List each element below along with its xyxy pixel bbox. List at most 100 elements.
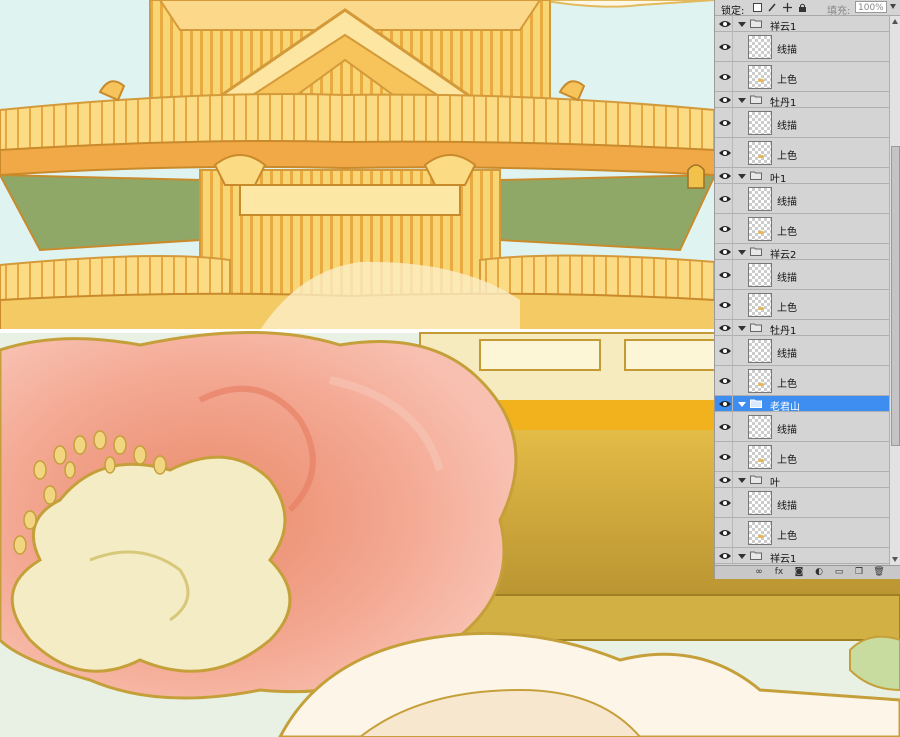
layer-thumbnail[interactable] <box>748 415 772 439</box>
mask-icon[interactable]: ◙ <box>793 567 805 578</box>
visibility-toggle[interactable] <box>715 138 733 167</box>
layer-thumbnail[interactable] <box>748 65 772 89</box>
layer-row[interactable]: 线描 <box>715 412 889 442</box>
eye-icon[interactable] <box>718 323 732 333</box>
layer-group-row[interactable]: 祥云1 <box>715 16 889 33</box>
eye-icon[interactable] <box>718 247 732 257</box>
layer-thumbnail[interactable] <box>748 369 772 393</box>
layer-thumbnail[interactable] <box>748 111 772 135</box>
visibility-toggle[interactable] <box>715 336 733 365</box>
layer-group-row[interactable]: 叶 <box>715 472 889 489</box>
adjustment-icon[interactable]: ◐ <box>813 567 825 578</box>
eye-icon[interactable] <box>718 42 732 52</box>
layer-row[interactable]: 上色 <box>715 290 889 320</box>
layer-group-row[interactable]: 牡丹1 <box>715 92 889 109</box>
visibility-toggle[interactable] <box>715 488 733 517</box>
eye-icon[interactable] <box>718 224 732 234</box>
lock-move-icon[interactable] <box>783 3 792 12</box>
layer-group-row[interactable]: 祥云2 <box>715 244 889 261</box>
visibility-toggle[interactable] <box>715 442 733 471</box>
layer-list[interactable]: 祥云1 线描 上色 牡丹1 线描 上色 叶1 线描 上色 祥云2 线描 上色 牡丹1 线描 上色 老君山 线描上… <box>715 16 889 565</box>
lock-transparent-icon[interactable] <box>753 3 762 12</box>
eye-icon[interactable] <box>718 346 732 356</box>
layer-thumbnail[interactable] <box>748 491 772 515</box>
visibility-toggle[interactable] <box>715 290 733 319</box>
eye-icon[interactable] <box>718 19 732 29</box>
expand-triangle-icon[interactable] <box>738 22 746 27</box>
eye-icon[interactable] <box>718 148 732 158</box>
layers-panel[interactable]: 锁定: 填充: 100% 祥云1 线描 上色 牡丹1 线描 上色 叶1 线描 上色 祥云2 线描 上色… <box>714 0 900 579</box>
eye-icon[interactable] <box>718 118 732 128</box>
eye-icon[interactable] <box>718 528 732 538</box>
layer-thumbnail[interactable] <box>748 339 772 363</box>
layer-group-row[interactable]: 祥云1 <box>715 548 889 565</box>
visibility-toggle[interactable] <box>715 62 733 91</box>
visibility-toggle[interactable] <box>715 16 733 31</box>
layer-row[interactable]: 上色 <box>715 138 889 168</box>
visibility-toggle[interactable] <box>715 108 733 137</box>
eye-icon[interactable] <box>718 422 732 432</box>
layer-thumbnail[interactable] <box>748 35 772 59</box>
eye-icon[interactable] <box>718 475 732 485</box>
eye-icon[interactable] <box>718 498 732 508</box>
layer-thumbnail[interactable] <box>748 187 772 211</box>
layer-group-row[interactable]: 叶1 <box>715 168 889 185</box>
visibility-toggle[interactable] <box>715 320 733 335</box>
visibility-toggle[interactable] <box>715 412 733 441</box>
layer-thumbnail[interactable] <box>748 141 772 165</box>
visibility-toggle[interactable] <box>715 168 733 183</box>
layer-row[interactable]: 线描 <box>715 488 889 518</box>
expand-triangle-icon[interactable] <box>738 554 746 559</box>
expand-triangle-icon[interactable] <box>738 98 746 103</box>
layer-row[interactable]: 线描 <box>715 32 889 62</box>
fill-dropdown-icon[interactable] <box>890 4 896 9</box>
visibility-toggle[interactable] <box>715 260 733 289</box>
visibility-toggle[interactable] <box>715 244 733 259</box>
layer-row[interactable]: 上色 <box>715 366 889 396</box>
trash-icon[interactable]: 🗑 <box>873 567 885 578</box>
layer-row[interactable]: 线描 <box>715 336 889 366</box>
layer-row[interactable]: 线描 <box>715 184 889 214</box>
visibility-toggle[interactable] <box>715 214 733 243</box>
visibility-toggle[interactable] <box>715 518 733 547</box>
layer-row[interactable]: 上色 <box>715 442 889 472</box>
eye-icon[interactable] <box>718 300 732 310</box>
new-layer-icon[interactable]: ❐ <box>853 567 865 578</box>
eye-icon[interactable] <box>718 194 732 204</box>
layer-thumbnail[interactable] <box>748 445 772 469</box>
fx-icon[interactable]: fx <box>773 567 785 578</box>
fill-input[interactable]: 100% <box>855 1 887 13</box>
eye-icon[interactable] <box>718 452 732 462</box>
visibility-toggle[interactable] <box>715 472 733 487</box>
visibility-toggle[interactable] <box>715 396 733 411</box>
layer-row[interactable]: 上色 <box>715 214 889 244</box>
visibility-toggle[interactable] <box>715 184 733 213</box>
layer-list-scrollbar[interactable] <box>889 16 900 565</box>
eye-icon[interactable] <box>718 551 732 561</box>
expand-triangle-icon[interactable] <box>738 402 746 407</box>
new-group-icon[interactable]: ▭ <box>833 567 845 578</box>
scroll-down-icon[interactable] <box>892 557 898 562</box>
layer-row[interactable]: 线描 <box>715 260 889 290</box>
layer-row[interactable]: 上色 <box>715 518 889 548</box>
visibility-toggle[interactable] <box>715 92 733 107</box>
expand-triangle-icon[interactable] <box>738 326 746 331</box>
visibility-toggle[interactable] <box>715 366 733 395</box>
layer-thumbnail[interactable] <box>748 521 772 545</box>
canvas-area[interactable]: 锁定: 填充: 100% 祥云1 线描 上色 牡丹1 线描 上色 叶1 线描 上色 祥云2 线描 上色… <box>0 0 900 737</box>
layer-thumbnail[interactable] <box>748 293 772 317</box>
scroll-up-icon[interactable] <box>892 19 898 24</box>
link-layers-icon[interactable]: ∞ <box>753 567 765 578</box>
lock-all-icon[interactable] <box>798 3 807 12</box>
eye-icon[interactable] <box>718 171 732 181</box>
eye-icon[interactable] <box>718 95 732 105</box>
layer-group-row[interactable]: 老君山 <box>715 396 889 413</box>
eye-icon[interactable] <box>718 72 732 82</box>
eye-icon[interactable] <box>718 270 732 280</box>
expand-triangle-icon[interactable] <box>738 174 746 179</box>
expand-triangle-icon[interactable] <box>738 250 746 255</box>
visibility-toggle[interactable] <box>715 32 733 61</box>
scroll-thumb[interactable] <box>891 146 900 446</box>
layer-row[interactable]: 线描 <box>715 108 889 138</box>
layer-thumbnail[interactable] <box>748 263 772 287</box>
